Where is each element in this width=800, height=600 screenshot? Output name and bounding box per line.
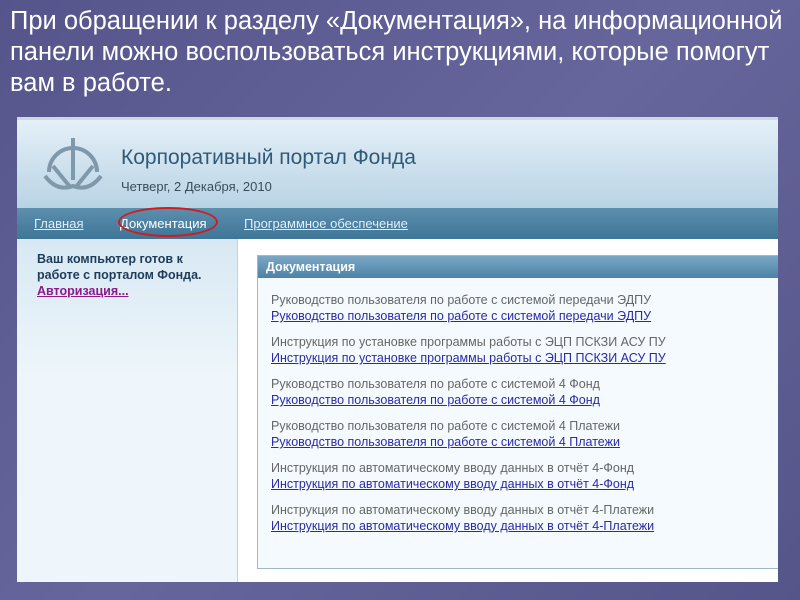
- doc-item-title: Инструкция по установке программы работы…: [271, 335, 666, 349]
- doc-item: Руководство пользователя по работе с сис…: [271, 376, 600, 408]
- doc-item-title: Инструкция по автоматическому вводу данн…: [271, 461, 635, 475]
- portal-title: Корпоративный портал Фонда: [121, 146, 416, 169]
- doc-item: Руководство пользователя по работе с сис…: [271, 418, 620, 450]
- sidebar-status-line1: Ваш компьютер готов к: [37, 252, 183, 266]
- nav-software[interactable]: Программное обеспечение: [244, 216, 408, 231]
- doc-item-title: Руководство пользователя по работе с сис…: [271, 293, 652, 307]
- doc-item-link[interactable]: Инструкция по автоматическому вводу данн…: [271, 476, 634, 492]
- documentation-panel: Документация Руководство пользователя по…: [257, 255, 778, 569]
- highlight-ellipse: [118, 207, 218, 237]
- portal-screenshot: Корпоративный портал Фонда Четверг, 2 Де…: [17, 117, 778, 582]
- auth-link[interactable]: Авторизация...: [37, 284, 129, 298]
- doc-item-link[interactable]: Руководство пользователя по работе с сис…: [271, 308, 651, 324]
- nav-bar: Главная Документация Программное обеспеч…: [17, 207, 778, 239]
- doc-item: Руководство пользователя по работе с сис…: [271, 292, 651, 324]
- doc-item-title: Руководство пользователя по работе с сис…: [271, 419, 620, 433]
- sidebar: Ваш компьютер готов к работе с порталом …: [17, 239, 238, 582]
- doc-item-title: Руководство пользователя по работе с сис…: [271, 377, 600, 391]
- doc-item: Инструкция по установке программы работы…: [271, 334, 666, 366]
- sidebar-status-line2: работе с порталом Фонда.: [37, 268, 202, 282]
- portal-header: Корпоративный портал Фонда Четверг, 2 Де…: [17, 120, 778, 208]
- doc-item-link[interactable]: Инструкция по автоматическому вводу данн…: [271, 518, 654, 534]
- panel-title: Документация: [258, 256, 778, 278]
- fund-logo-icon: [43, 138, 103, 190]
- doc-item: Инструкция по автоматическому вводу данн…: [271, 460, 634, 492]
- doc-item: Инструкция по автоматическому вводу данн…: [271, 502, 654, 534]
- doc-item-link[interactable]: Руководство пользователя по работе с сис…: [271, 434, 620, 450]
- doc-item-title: Инструкция по автоматическому вводу данн…: [271, 503, 655, 517]
- slide-title: При обращении к разделу «Документация», …: [10, 7, 783, 97]
- portal-date: Четверг, 2 Декабря, 2010: [121, 179, 272, 194]
- nav-home[interactable]: Главная: [34, 216, 83, 231]
- doc-item-link[interactable]: Руководство пользователя по работе с сис…: [271, 392, 600, 408]
- doc-item-link[interactable]: Инструкция по установке программы работы…: [271, 350, 666, 366]
